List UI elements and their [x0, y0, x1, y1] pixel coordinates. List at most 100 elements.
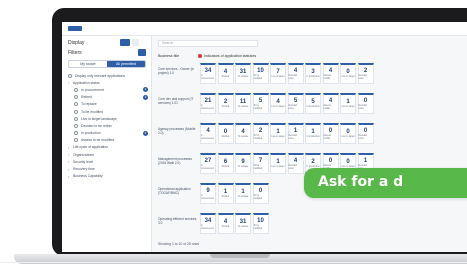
filter-item[interactable]: › Application status [68, 79, 148, 86]
indicator-value: 0 [363, 97, 368, 104]
filter-radio[interactable] [74, 95, 78, 100]
indicator-value: 34 [204, 217, 212, 224]
filter-radio[interactable] [74, 102, 78, 107]
indicator-cell[interactable]: 0 Retired [217, 123, 234, 144]
indicator-cell[interactable]: 34 In procurement [200, 213, 216, 234]
indicator-label: In procurement [201, 134, 214, 140]
filter-count-badge: 1 [143, 87, 148, 93]
filter-item[interactable]: Decided to be retired [68, 122, 148, 129]
view-toggle-list-button[interactable] [132, 39, 139, 46]
view-toggle-grid-button[interactable] [120, 39, 130, 46]
indicator-value: 2 [363, 67, 368, 74]
indicator-cell[interactable]: 4 Decided retire [287, 153, 304, 174]
filter-item[interactable]: › Life cycle of application [68, 144, 148, 151]
indicator-label: Retired [221, 136, 230, 138]
tab-my-scope[interactable]: My scope [69, 61, 107, 67]
filter-radio[interactable] [74, 116, 78, 121]
indicator-value: 5 [258, 97, 263, 104]
indicator-cell[interactable]: 4 Assess modify [322, 63, 339, 84]
indicator-cell[interactable]: 4 Retired [217, 63, 234, 84]
indicator-value: 1 [311, 129, 315, 135]
indicator-cell[interactable]: 2 Decided retire [357, 63, 374, 84]
filter-item[interactable]: Assess to be modified [68, 137, 148, 144]
indicator-cell[interactable]: 34 In procurement [200, 63, 216, 84]
filter-funnel-button[interactable] [138, 49, 146, 56]
filter-item-label: Assess to be modified [81, 138, 115, 143]
filter-item-label: Display only relevant applications [75, 73, 126, 78]
indicator-cell[interactable]: 7 Live in target [270, 63, 286, 84]
grid-row[interactable]: Core services - Owner (in project) 1.0 34… [158, 63, 467, 87]
indicator-cell[interactable]: 5 To be modified [252, 93, 269, 114]
grid-row[interactable]: Agency processes (Mobile 2.0) 4 In procure… [158, 123, 467, 147]
indicator-cell[interactable]: 1 Retired [217, 183, 234, 204]
indicator-cell[interactable]: 5 In production [305, 93, 321, 114]
indicator-cell[interactable]: 5 Decided retire [287, 93, 304, 114]
filter-item[interactable]: Live in target landscape [68, 115, 148, 122]
filter-item[interactable]: To be modified [68, 108, 148, 115]
indicator-cell[interactable]: 4 Retired [217, 213, 234, 234]
indicator-value: 4 [293, 157, 298, 164]
filter-item[interactable]: › Business Capability [68, 173, 148, 180]
indicator-cell[interactable]: 1 To replace [235, 183, 251, 204]
indicator-cell[interactable]: 9 In procurement [200, 183, 216, 204]
indicator-cell[interactable]: 9 To replace [235, 153, 251, 174]
indicator-cell[interactable]: 31 To replace [235, 63, 251, 84]
filter-radio[interactable] [74, 123, 78, 128]
indicator-value: 27 [204, 157, 212, 164]
indicator-value: 31 [239, 69, 247, 75]
filter-item[interactable]: In procurement 1 [68, 86, 148, 93]
filter-item-label: In production [81, 131, 101, 136]
indicator-cell[interactable]: 0 Live in target [340, 63, 356, 84]
filter-radio[interactable] [74, 109, 78, 114]
filter-radio[interactable] [74, 138, 78, 143]
indicator-label: In production [306, 106, 320, 108]
indicator-cell[interactable]: 10 To be modified [252, 213, 269, 234]
indicator-label: To replace [237, 106, 249, 108]
indicator-cell[interactable]: 0Assess modify [322, 123, 339, 144]
indicator-cell[interactable]: 6 Retired [217, 153, 234, 174]
indicator-cell[interactable]: 4 Live in target [270, 93, 286, 114]
filter-item[interactable]: Display only relevant applications [68, 72, 148, 79]
indicator-cell[interactable]: 4 In procurement [200, 123, 216, 144]
indicator-cell[interactable]: 1 Live in target [270, 123, 286, 144]
indicator-cell[interactable]: 7 To be modified [252, 153, 269, 174]
indicator-cell[interactable]: 1 In production [305, 123, 321, 144]
filter-item[interactable]: Retired 1 [68, 94, 148, 101]
demo-cta-button[interactable]: Ask for a d [304, 168, 467, 198]
filter-radio[interactable] [74, 131, 78, 136]
filter-item[interactable]: To replace [68, 101, 148, 108]
indicator-cell[interactable]: 31 To replace [235, 213, 251, 234]
filter-item[interactable]: › Recovery time [68, 165, 148, 172]
tab-all-permitted[interactable]: All permitted [107, 61, 145, 67]
indicator-cell[interactable]: 0 To be modified [252, 183, 269, 204]
indicator-cell[interactable]: 3 In production [305, 63, 321, 84]
indicator-value: 9 [241, 159, 245, 165]
filter-item[interactable]: › Organizations [68, 151, 148, 158]
filter-radio[interactable] [68, 73, 72, 78]
indicator-value: 0 [346, 159, 350, 165]
indicator-cell[interactable]: 1 Live in target [270, 153, 286, 174]
indicator-cell[interactable]: 11 To replace [235, 93, 251, 114]
grid-row[interactable]: Operating efficient services 3.0 34 In pro… [158, 213, 467, 237]
indicator-cell[interactable]: 1Decided retire [287, 123, 304, 144]
filter-radio[interactable] [74, 87, 78, 92]
indicator-cell[interactable]: 2 To be modified [252, 123, 269, 144]
indicator-cell[interactable]: 4 Decided retire [287, 63, 304, 84]
indicator-cell[interactable]: 0 Live in target [340, 123, 356, 144]
indicator-cell[interactable]: 2 Retired [217, 93, 234, 114]
indicator-cell[interactable]: 21 In procurement [200, 93, 216, 114]
indicator-cell[interactable]: 0 Decided retire [357, 123, 374, 144]
scope-tabs: My scope All permitted [68, 60, 146, 68]
indicator-cell[interactable]: 10 To be modified [252, 63, 269, 84]
filter-item[interactable]: In production 1 [68, 130, 148, 137]
search-input[interactable]: Search [158, 40, 258, 47]
indicator-cell[interactable]: 1 Live in target [340, 93, 356, 114]
indicator-cell[interactable]: 4 To replace [235, 123, 251, 144]
indicator-cell[interactable]: 4 Assess modify [322, 93, 339, 114]
indicator-value: 4 [241, 129, 245, 135]
indicator-cell[interactable]: 0 Decided retire [357, 93, 374, 114]
grid-row[interactable]: Core dev and support (IT services) 1.01 2… [158, 93, 467, 117]
filter-item[interactable]: › Security level [68, 158, 148, 165]
indicator-value: 21 [204, 97, 212, 104]
indicator-cell[interactable]: 27 In procurement [200, 153, 216, 174]
